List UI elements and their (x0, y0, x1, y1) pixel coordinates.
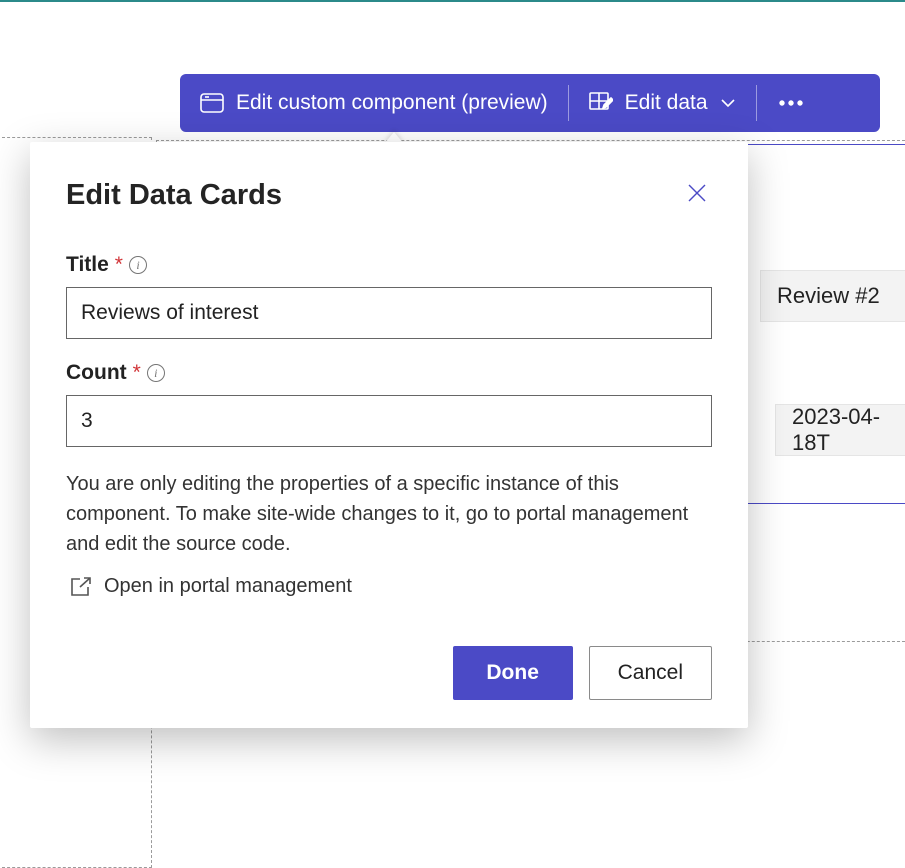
info-icon[interactable]: i (129, 256, 147, 274)
required-marker: * (115, 253, 123, 277)
done-button[interactable]: Done (453, 646, 573, 700)
component-toolbar: Edit custom component (preview) Edit dat… (180, 74, 880, 132)
count-input[interactable] (66, 395, 712, 447)
dialog-title: Edit Data Cards (66, 179, 282, 212)
table-header-date-label: 2023-04-18T (792, 404, 898, 456)
table-header-date: 2023-04-18T (775, 404, 905, 456)
edit-data-button[interactable]: Edit data (569, 74, 756, 132)
edit-data-cards-dialog: Edit Data Cards Title * i Count * i (30, 142, 748, 728)
required-marker: * (133, 361, 141, 385)
title-input[interactable] (66, 287, 712, 339)
chevron-down-icon (720, 98, 736, 108)
toolbar-overflow-button[interactable] (757, 74, 825, 132)
close-icon (686, 182, 708, 204)
count-label: Count (66, 361, 127, 385)
count-field: Count * i (66, 361, 712, 447)
dialog-help-text: You are only editing the properties of a… (66, 469, 712, 559)
title-label: Title (66, 253, 109, 277)
dialog-close-button[interactable] (682, 178, 712, 213)
edit-data-label: Edit data (625, 91, 708, 115)
edit-custom-component-button[interactable]: Edit custom component (preview) (180, 74, 568, 132)
dialog-footer: Done Cancel (66, 646, 712, 700)
ellipsis-icon (779, 100, 803, 106)
table-header-review: Review #2 (760, 270, 905, 322)
edit-data-icon (589, 92, 613, 114)
open-portal-management-link[interactable]: Open in portal management (66, 575, 712, 598)
info-icon[interactable]: i (147, 364, 165, 382)
open-external-icon (70, 577, 92, 597)
open-portal-management-label: Open in portal management (104, 575, 352, 598)
edit-custom-component-label: Edit custom component (preview) (236, 91, 548, 115)
designer-canvas: Review #2 2023-04-18T Edit custom compon… (0, 2, 905, 828)
component-icon (200, 93, 224, 113)
title-field: Title * i (66, 253, 712, 339)
cancel-button[interactable]: Cancel (589, 646, 712, 700)
table-header-review-label: Review #2 (777, 283, 880, 309)
